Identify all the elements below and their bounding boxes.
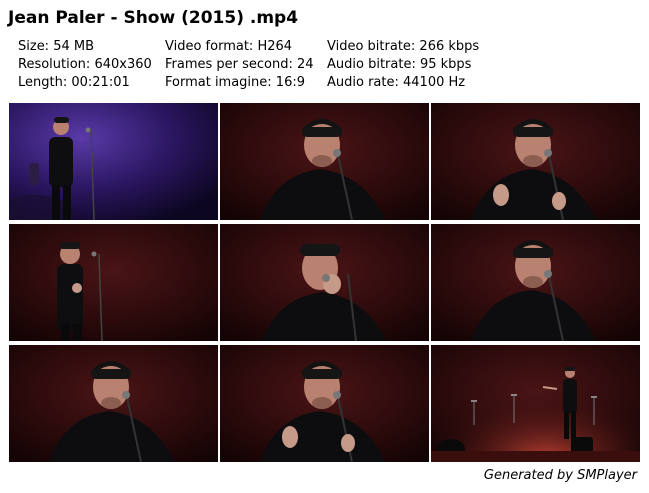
- thumbnail-5: [220, 224, 429, 341]
- thumbnail-grid: [9, 103, 640, 462]
- info-column-2: Video format: H264 Frames per second: 24…: [165, 38, 314, 92]
- info-audio-bitrate: Audio bitrate: 95 kbps: [327, 57, 472, 72]
- info-video-format: Video format: H264: [165, 39, 293, 54]
- sheet-title: Jean Paler - Show (2015) .mp4: [8, 8, 299, 28]
- thumbnail-3: [431, 103, 640, 220]
- info-column-3: Video bitrate: 266 kbps Audio bitrate: 9…: [327, 38, 479, 92]
- info-length: Length: 00:21:01: [18, 75, 130, 90]
- thumbnail-8: [220, 345, 429, 462]
- info-size: Size: 54 MB: [18, 39, 95, 54]
- info-resolution: Resolution: 640x360: [18, 57, 152, 72]
- generated-by-label: Generated by SMPlayer: [483, 468, 637, 483]
- thumbnail-1: [9, 103, 218, 220]
- info-audio-rate: Audio rate: 44100 Hz: [327, 75, 466, 90]
- thumbnail-2: [220, 103, 429, 220]
- info-format-imagine: Format imagine: 16:9: [165, 75, 305, 90]
- info-column-1: Size: 54 MB Resolution: 640x360 Length: …: [18, 38, 152, 92]
- info-video-bitrate: Video bitrate: 266 kbps: [327, 39, 480, 54]
- thumbnail-7: [9, 345, 218, 462]
- thumbnail-4: [9, 224, 218, 341]
- thumbnail-6: [431, 224, 640, 341]
- thumbnail-9: [431, 345, 640, 462]
- info-fps: Frames per second: 24: [165, 57, 314, 72]
